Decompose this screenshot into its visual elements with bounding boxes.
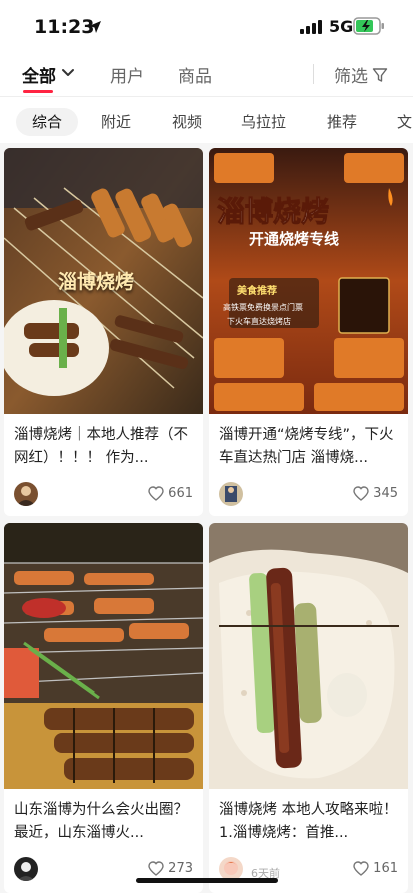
chip-more[interactable]: 文 (397, 108, 412, 136)
like-button[interactable]: 161 (353, 861, 398, 876)
chip-nearby[interactable]: 附近 (101, 108, 131, 136)
image-overlay-tag: 美食推荐 (237, 284, 277, 297)
card-title: 淄博烧烤 本地人攻略来啦！ 1.淄博烧烤：首推... (219, 802, 398, 841)
chip-wulala[interactable]: 乌拉拉 (241, 108, 286, 136)
network-type: 5G (329, 17, 354, 36)
heart-outline-icon (353, 861, 369, 876)
heart-outline-icon (353, 486, 369, 501)
tabs-divider (313, 64, 314, 84)
tab-goods[interactable]: 商品 (178, 62, 212, 87)
filter-button[interactable]: 筛选 (334, 62, 388, 87)
like-count: 345 (373, 486, 398, 501)
home-indicator[interactable] (136, 878, 278, 883)
heart-outline-icon (148, 486, 164, 501)
chevron-down-icon[interactable] (61, 68, 75, 78)
chip-recommend[interactable]: 推荐 (327, 108, 357, 136)
image-overlay-text: 淄博烧烤 (217, 195, 329, 228)
battery-charging-icon (353, 17, 384, 35)
card-title: 淄博开通“烧烤专线”，下火车直达热门店 淄博烧... (219, 427, 394, 466)
card-title: 淄博烧烤｜本地人推荐（不网红）！！！ 作为... (14, 427, 188, 466)
like-count: 661 (168, 486, 193, 501)
heart-outline-icon (148, 861, 164, 876)
status-bar: 11:23 5G (0, 0, 413, 52)
note-card[interactable]: 山东淄博为什么会火出圈？ 最近，山东淄博火... 273 (4, 523, 203, 893)
like-count: 273 (168, 861, 193, 876)
like-button[interactable]: 273 (148, 861, 193, 876)
card-title: 山东淄博为什么会火出圈？ 最近，山东淄博火... (14, 802, 188, 841)
status-time: 11:23 (34, 16, 95, 38)
category-chips: 综合 附近 视频 乌拉拉 推荐 文 (0, 104, 413, 140)
signal-icon (300, 20, 322, 34)
avatar[interactable] (14, 482, 38, 506)
primary-tabs: 全部 用户 商品 筛选 (0, 52, 413, 94)
card-image: 淄博烧烤 开通烧烤专线 美食推荐 高铁票免费换景点门票 下火车直达烧烤店 (209, 148, 408, 414)
avatar[interactable] (219, 482, 243, 506)
image-overlay-text: 淄博烧烤 (58, 270, 134, 293)
divider (0, 96, 413, 97)
image-overlay-subtitle: 开通烧烤专线 (249, 230, 339, 248)
chip-video[interactable]: 视频 (172, 108, 202, 136)
card-image (4, 523, 203, 789)
card-image: 淄博烧烤 (4, 148, 203, 414)
like-button[interactable]: 345 (353, 486, 398, 501)
note-card[interactable]: 淄博烧烤 本地人攻略来啦！ 1.淄博烧烤：首推... 6天前 161 (209, 523, 408, 893)
avatar[interactable] (14, 857, 38, 881)
note-card[interactable]: 淄博烧烤 淄博烧烤｜本地人推荐（不网红）！！！ 作为... 661 (4, 148, 203, 516)
like-button[interactable]: 661 (148, 486, 193, 501)
tab-users[interactable]: 用户 (110, 62, 144, 87)
filter-funnel-icon (372, 67, 388, 82)
active-tab-indicator (23, 90, 53, 93)
image-overlay-note: 高铁票免费换景点门票 (223, 302, 303, 312)
image-overlay-note: 下火车直达烧烤店 (227, 316, 291, 326)
tab-all[interactable]: 全部 (22, 62, 56, 87)
like-count: 161 (373, 861, 398, 876)
card-image (209, 523, 408, 789)
note-card[interactable]: 淄博烧烤 开通烧烤专线 美食推荐 高铁票免费换景点门票 下火车直达烧烤店 淄博开… (209, 148, 408, 516)
chip-comprehensive[interactable]: 综合 (16, 108, 79, 136)
location-arrow-icon (89, 21, 101, 33)
filter-label: 筛选 (334, 67, 368, 87)
